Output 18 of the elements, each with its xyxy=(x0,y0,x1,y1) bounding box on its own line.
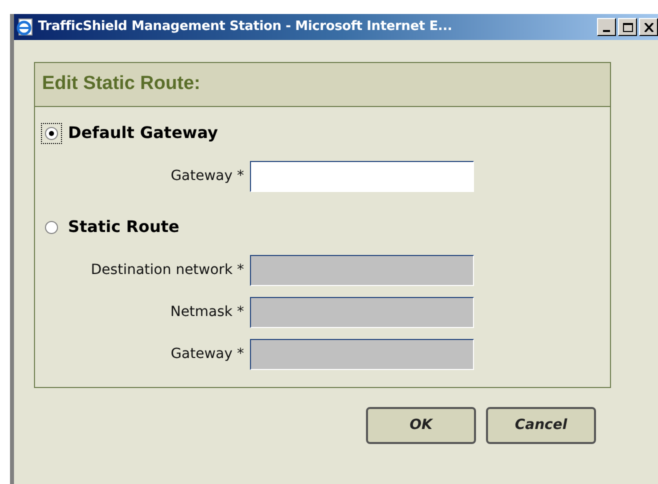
minimize-button[interactable] xyxy=(597,18,616,36)
close-button[interactable] xyxy=(639,18,658,36)
field-label: Gateway * xyxy=(170,344,245,364)
close-icon xyxy=(644,22,654,32)
field-label: Gateway * xyxy=(170,166,245,186)
field-label: Destination network * xyxy=(90,260,245,280)
radio-button[interactable] xyxy=(45,126,58,140)
window-title: TrafficShield Management Station - Microsoft Internet E... xyxy=(38,18,452,36)
input-field[interactable] xyxy=(250,160,474,192)
dialog-button[interactable]: OK xyxy=(366,407,476,444)
maximize-button[interactable] xyxy=(618,18,637,36)
field-label: Netmask * xyxy=(169,302,245,322)
radio-button[interactable] xyxy=(45,220,58,234)
option-label: Static Route xyxy=(68,216,180,238)
browser-icon xyxy=(16,18,34,36)
dialog-button[interactable]: Cancel xyxy=(486,407,596,444)
option-label: Default Gateway xyxy=(68,122,218,144)
panel-title: Edit Static Route: xyxy=(42,72,200,96)
